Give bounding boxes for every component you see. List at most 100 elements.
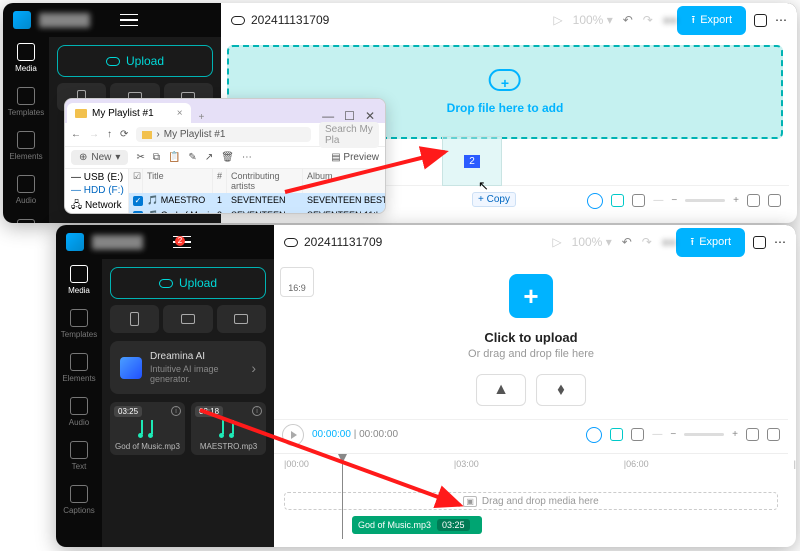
win-min-icon[interactable]: — (322, 109, 334, 123)
playhead[interactable] (342, 454, 343, 539)
timeline-clip[interactable]: God of Music.mp303:25 (352, 516, 482, 534)
more-icon[interactable]: ⋯ (774, 235, 786, 249)
redo-icon[interactable]: ↷ (643, 13, 653, 27)
source-dropbox-icon[interactable]: ⬧ (536, 374, 586, 406)
fullscreen-icon[interactable] (767, 428, 780, 441)
undo-icon[interactable]: ↶ (623, 13, 633, 27)
canvas-2[interactable]: 16:9 + Click to upload Or drag and drop … (274, 261, 788, 419)
explorer-tree[interactable]: — USB (E:) — HDD (F:) 🖧 Network (65, 169, 129, 214)
drag-preview: 2 (442, 136, 502, 186)
undo-icon[interactable]: ↶ (622, 235, 632, 249)
info-icon[interactable]: i (171, 406, 181, 416)
app-name: ██████ (92, 235, 143, 249)
music-note-icon (217, 414, 241, 438)
header-tools-2: 202411131709 ▷ 100% ▾ ↶ ↷ ●● ⭱ Export ⋯ (274, 225, 796, 259)
sidebar-item-audio[interactable]: Audio (69, 397, 89, 427)
sidebar-item-media[interactable]: Media (15, 43, 37, 73)
mic-icon[interactable] (586, 427, 602, 443)
info-icon[interactable]: i (252, 406, 262, 416)
device-screen[interactable] (217, 305, 266, 333)
zoom-value[interactable]: 100% ▾ (572, 235, 612, 249)
chevron-right-icon: › (251, 360, 256, 376)
media-panel-2: Upload Dreamina AIIntuitive AI image gen… (102, 259, 274, 547)
play-icon[interactable]: ▷ (552, 235, 561, 249)
device-phone[interactable] (110, 305, 159, 333)
paste-icon[interactable]: 📋 (168, 152, 180, 163)
zoom-value[interactable]: 100% ▾ (573, 13, 613, 27)
export-button[interactable]: ⭱ Export (677, 6, 746, 35)
explorer-search[interactable]: Search My Pla (319, 122, 379, 148)
cut-icon[interactable]: ✂ (136, 152, 144, 163)
export-button[interactable]: ⭱ Export (676, 228, 745, 257)
redo-icon[interactable]: ↷ (642, 235, 652, 249)
more-icon[interactable]: ⋯ (775, 13, 787, 27)
user: ●● (662, 235, 677, 249)
zoom-in-icon[interactable]: + (733, 195, 739, 206)
explorer-tab[interactable]: My Playlist #1× (67, 103, 191, 123)
menu-icon[interactable] (120, 14, 138, 26)
share-icon[interactable]: ↗ (205, 152, 213, 163)
play-button[interactable] (282, 424, 304, 446)
fit-icon[interactable] (746, 428, 759, 441)
aspect-ratio[interactable]: 16:9 (280, 267, 314, 297)
upload-button[interactable]: Upload (57, 45, 213, 77)
nav-back-icon[interactable]: ← (71, 129, 81, 140)
cloud-icon (284, 238, 298, 247)
upload-cloud-icon (159, 279, 173, 288)
delete-icon[interactable]: 🗑 (221, 152, 234, 163)
ai-icon[interactable] (611, 194, 624, 207)
dreamina-icon (120, 357, 142, 379)
sidebar-item-text[interactable]: Text (70, 441, 88, 471)
win-max-icon[interactable]: ☐ (344, 109, 355, 123)
sidebar-item-elements[interactable]: Elements (9, 131, 42, 161)
zoom-out-icon[interactable]: − (670, 429, 676, 440)
split-icon[interactable] (632, 194, 645, 207)
upload-plus-button[interactable]: + (509, 274, 553, 318)
zoom-in-icon[interactable]: + (732, 429, 738, 440)
header-tools: 202411131709 ▷ 100% ▾ ↶ ↷ ●● ⭱ Export ⋯ (221, 3, 797, 37)
rename-icon[interactable]: ✎ (188, 152, 196, 163)
fit-icon[interactable] (747, 194, 760, 207)
table-row[interactable]: ✓🎵 God of Music2SEVENTEENSEVENTEEN 11th … (129, 208, 386, 214)
sidebar-item-templates[interactable]: Templates (8, 87, 44, 117)
sidebar-item-media[interactable]: Media (68, 265, 90, 295)
table-row[interactable]: ✓🎵 MAESTRO1SEVENTEENSEVENTEEN BEST ALB (129, 193, 386, 208)
app-name: ██████ (39, 13, 90, 27)
zoom-slider[interactable] (684, 433, 724, 436)
zoom-slider[interactable] (685, 199, 725, 202)
sidebar-2: Media Templates Elements Audio Text Capt… (56, 259, 102, 547)
present-icon[interactable] (753, 236, 766, 249)
media-item[interactable]: 03:25i God of Music.mp3 (110, 402, 185, 455)
dreamina-card[interactable]: Dreamina AIIntuitive AI image generator.… (110, 341, 266, 394)
new-button[interactable]: ⊕ New ▾ (71, 150, 128, 165)
split-icon[interactable] (631, 428, 644, 441)
device-camera[interactable] (163, 305, 212, 333)
folder-icon (142, 131, 152, 139)
present-icon[interactable] (754, 14, 767, 27)
sidebar-item-templates[interactable]: Templates (61, 309, 97, 339)
play-icon[interactable]: ▷ (553, 13, 562, 27)
media-item[interactable]: 03:18i MAESTRO.mp3 (191, 402, 266, 455)
timeline-track[interactable]: God of Music.mp303:25 (284, 516, 778, 534)
preview-toggle[interactable]: ▤ Preview (331, 152, 379, 163)
ai-icon[interactable] (610, 428, 623, 441)
win-close-icon[interactable]: ✕ (365, 109, 375, 123)
drag-media-hint[interactable]: ▣Drag and drop media here (284, 492, 778, 510)
transport-bar-2: 00:00:00 | 00:00:00 — − + (274, 419, 788, 449)
mic-icon[interactable] (587, 193, 603, 209)
fullscreen-icon[interactable] (768, 194, 781, 207)
zoom-out-icon[interactable]: − (671, 195, 677, 206)
upload-cloud-icon (106, 57, 120, 66)
folder-icon (75, 109, 87, 118)
sidebar-item-text[interactable]: Text (17, 219, 35, 223)
source-gdrive-icon[interactable]: ▲ (476, 374, 526, 406)
project-title[interactable]: 202411131709 (231, 13, 329, 27)
sidebar-item-captions[interactable]: Captions (63, 485, 95, 515)
sidebar-item-audio[interactable]: Audio (16, 175, 36, 205)
notification-badge: 2 (175, 236, 185, 246)
copy-icon[interactable]: ⧉ (153, 152, 160, 163)
sidebar-item-elements[interactable]: Elements (62, 353, 95, 383)
upload-button[interactable]: Upload (110, 267, 266, 299)
project-title[interactable]: 202411131709 (284, 235, 382, 249)
timeline[interactable]: |00:00|03:00|06:00|09:00 ▣Drag and drop … (274, 453, 788, 539)
